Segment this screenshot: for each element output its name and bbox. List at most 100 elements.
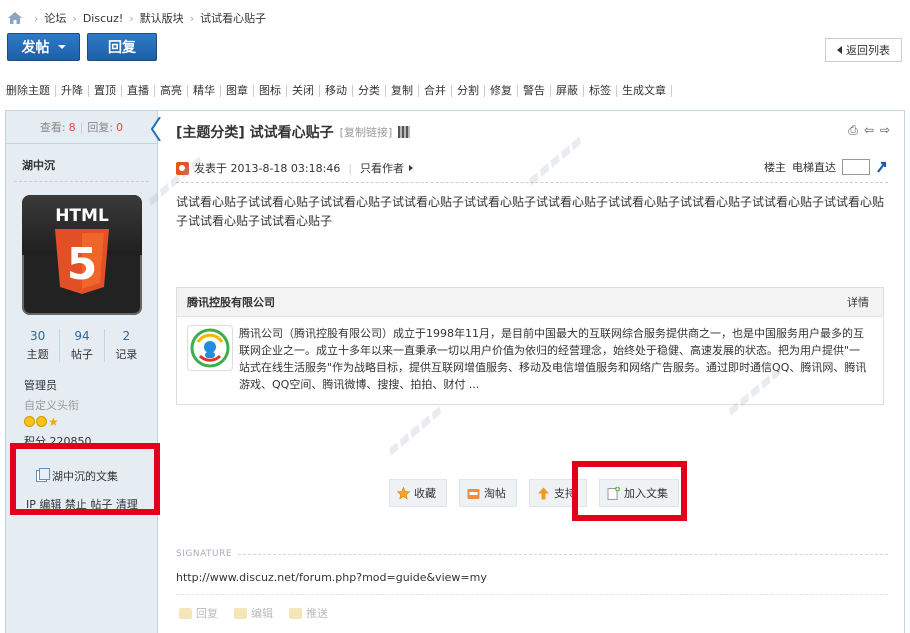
arrow-up-icon xyxy=(538,487,549,499)
signature-divider: SIGNATURE xyxy=(176,549,888,559)
collect-thread-label: 淘帖 xyxy=(484,487,506,500)
count-label: 帖子 xyxy=(70,348,93,361)
meta-divider: | xyxy=(348,161,353,175)
mod-generate-article[interactable]: 生成文章 xyxy=(617,85,672,97)
only-author-link[interactable]: 只看作者 xyxy=(360,160,404,176)
mod-bump[interactable]: 升降 xyxy=(56,85,89,97)
signature-text: http://www.discuz.net/forum.php?mod=guid… xyxy=(176,571,487,584)
qr-code-icon[interactable] xyxy=(398,126,411,138)
mod-category[interactable]: 分类 xyxy=(353,85,386,97)
mod-merge[interactable]: 合并 xyxy=(419,85,452,97)
mod-tag[interactable]: 标签 xyxy=(584,85,617,97)
chevron-left-icon xyxy=(837,46,842,54)
mod-split[interactable]: 分割 xyxy=(452,85,485,97)
edit-post-label: 编辑 xyxy=(251,607,273,620)
post-date: 发表于 2013-8-18 03:18:46 xyxy=(194,162,341,175)
collect-thread-button[interactable]: 淘帖 xyxy=(459,479,517,507)
replies-label: 回复: xyxy=(87,121,114,134)
jump-arrow-icon[interactable] xyxy=(876,160,888,174)
breadcrumb-separator: › xyxy=(189,11,195,25)
views-count: 8 xyxy=(68,120,76,134)
breadcrumb-separator: › xyxy=(129,11,134,25)
new-post-label: 发帖 xyxy=(21,40,50,56)
mod-close[interactable]: 关闭 xyxy=(287,85,320,97)
count-records[interactable]: 2 记录 xyxy=(105,329,148,362)
reply-post-button[interactable]: 回复 xyxy=(179,605,218,621)
author-name[interactable]: 湖中沉 xyxy=(14,144,149,182)
mod-copy[interactable]: 复制 xyxy=(386,85,419,97)
mod-warn[interactable]: 警告 xyxy=(518,85,551,97)
post-title: [主题分类] 试试看心贴子 xyxy=(176,125,334,141)
mod-delete-thread[interactable]: 删除主题 xyxy=(5,85,56,97)
next-thread-icon[interactable]: ⇨ xyxy=(880,123,890,138)
home-icon[interactable] xyxy=(8,12,22,24)
favorite-button[interactable]: 收藏 xyxy=(389,479,447,507)
online-status-icon xyxy=(176,161,189,175)
signature-line xyxy=(238,553,888,555)
mod-live[interactable]: 直播 xyxy=(122,85,155,97)
avatar[interactable]: HTML 5 xyxy=(22,195,142,315)
mod-move[interactable]: 移动 xyxy=(320,85,353,97)
rank-icons: ★ xyxy=(24,416,60,428)
mod-repair[interactable]: 修复 xyxy=(485,85,518,97)
chevron-down-icon xyxy=(57,45,66,49)
card-detail-link[interactable]: 详情 xyxy=(847,294,869,310)
card-company-name: 腾讯控股有限公司 xyxy=(187,296,275,309)
count-threads[interactable]: 30 主题 xyxy=(16,329,61,362)
moderation-toolbar: 删除主题 升降 置顶 直播 高亮 精华 图章 图标 关闭 移动 分类 复制 合并… xyxy=(5,82,672,100)
breadcrumb-separator: › xyxy=(34,11,39,25)
back-to-list-button[interactable]: 返回列表 xyxy=(825,38,902,62)
breadcrumb-item[interactable]: 默认版块 xyxy=(140,10,184,26)
highlight-box-collection-link xyxy=(10,443,160,515)
edit-post-button[interactable]: 编辑 xyxy=(234,605,273,621)
meta-divider-line xyxy=(176,182,888,183)
mod-icon[interactable]: 图标 xyxy=(254,85,287,97)
push-icon xyxy=(289,607,302,619)
prev-thread-icon[interactable]: ⇦ xyxy=(864,123,874,138)
push-post-label: 推送 xyxy=(306,607,328,620)
count-value: 94 xyxy=(74,329,90,343)
stats-divider: | xyxy=(79,120,84,134)
card-body: 腾讯公司（腾讯控股有限公司）成立于1998年11月，是目前中国最大的互联网综合服… xyxy=(187,325,867,393)
star-icon xyxy=(397,486,410,499)
company-logo-icon[interactable] xyxy=(187,325,233,371)
post-content: [主题分类] 试试看心贴子 [复制链接] ⎙ ⇦ ⇨ 发表于 2013-8-18… xyxy=(159,111,904,633)
breadcrumb-current: 试试看心贴子 xyxy=(200,12,267,25)
author-sidebar: 查看: 8 | 回复: 0 湖中沉 HTML 5 30 主题 94 帖子 2 记… xyxy=(6,111,158,633)
mod-digest[interactable]: 精华 xyxy=(188,85,221,97)
mod-sticky[interactable]: 置顶 xyxy=(89,85,122,97)
rank-sun-icon xyxy=(36,416,47,427)
mod-stamp[interactable]: 图章 xyxy=(221,85,254,97)
signature-label: SIGNATURE xyxy=(176,549,233,559)
count-posts[interactable]: 94 帖子 xyxy=(60,329,105,362)
user-group[interactable]: 管理员 xyxy=(24,377,57,393)
views-label: 查看: xyxy=(39,121,66,134)
rank-sun-icon xyxy=(24,416,35,427)
count-value: 2 xyxy=(122,329,131,343)
reply-post-label: 回复 xyxy=(196,607,218,620)
floor-jump-input[interactable] xyxy=(842,159,870,175)
mod-ban[interactable]: 屏蔽 xyxy=(551,85,584,97)
highlight-box-add-to-collection xyxy=(572,461,687,521)
push-post-button[interactable]: 推送 xyxy=(289,605,328,621)
avatar-logo-digit: 5 xyxy=(67,239,98,290)
tray-icon xyxy=(467,488,480,499)
count-label: 记录 xyxy=(115,348,138,361)
card-description: 腾讯公司（腾讯控股有限公司）成立于1998年11月，是目前中国最大的互联网综合服… xyxy=(239,327,867,391)
company-card: 腾讯控股有限公司 详情 腾讯公司（腾讯控股有限公司）成立于1998年11月，是目… xyxy=(176,287,884,405)
edit-icon xyxy=(234,607,247,619)
new-post-button[interactable]: 发帖 xyxy=(7,33,80,61)
jump-label: 电梯直达 xyxy=(792,161,836,174)
author-counts: 30 主题 94 帖子 2 记录 xyxy=(16,329,148,362)
count-value: 30 xyxy=(30,329,46,343)
post-footer-ops: 回复 编辑 推送 xyxy=(179,605,328,621)
copy-link[interactable]: [复制链接] xyxy=(340,124,393,140)
title-tools: ⎙ ⇦ ⇨ xyxy=(848,123,890,138)
mod-highlight[interactable]: 高亮 xyxy=(155,85,188,97)
print-icon[interactable]: ⎙ xyxy=(848,123,858,138)
breadcrumb: › 论坛 › Discuz! › 默认版块 › 试试看心贴子 xyxy=(8,9,266,27)
breadcrumb-item[interactable]: Discuz! xyxy=(83,12,123,25)
post-body: 试试看心贴子试试看心贴子试试看心贴子试试看心贴子试试看心贴子试试看心贴子试试看心… xyxy=(176,195,885,228)
reply-button[interactable]: 回复 xyxy=(87,33,157,61)
breadcrumb-item[interactable]: 论坛 xyxy=(44,10,66,26)
